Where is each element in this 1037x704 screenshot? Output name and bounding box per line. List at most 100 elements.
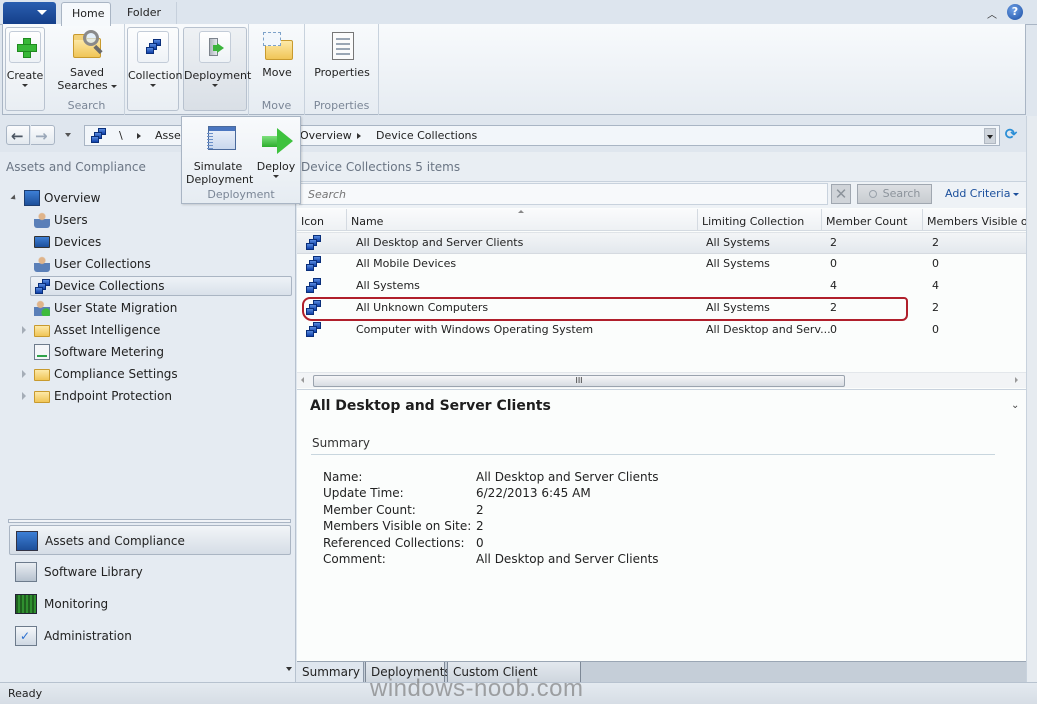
workspace-splitter[interactable] — [8, 519, 291, 523]
tab-home[interactable]: Home — [61, 2, 111, 26]
device-collection-icon — [306, 235, 322, 251]
table-row[interactable]: All Unknown Computers All Systems 2 2 — [297, 298, 1026, 320]
deploy-button[interactable]: Deploy — [254, 121, 298, 178]
tree-label: Overview — [44, 191, 101, 205]
search-button-label: Search — [882, 187, 921, 200]
refresh-icon[interactable]: ⟳ — [1003, 126, 1019, 142]
workspace-label: Monitoring — [44, 597, 109, 611]
application-menu-button[interactable] — [3, 2, 56, 24]
workspace-software-library[interactable]: Software Library — [9, 557, 291, 587]
ribbon: Create Saved Searches Search Collection … — [2, 24, 1026, 115]
scroll-left-icon[interactable] — [301, 377, 304, 383]
chevron-down-icon — [37, 10, 47, 15]
workspace-label: Assets and Compliance — [45, 534, 185, 548]
scroll-right-icon[interactable] — [1015, 377, 1018, 383]
properties-button[interactable]: Properties — [309, 27, 375, 79]
tree-item-user-state-migration[interactable]: User State Migration — [34, 298, 284, 318]
device-collection-icon — [306, 322, 322, 338]
column-header-member-count[interactable]: Member Count — [822, 209, 923, 231]
cell-name: Computer with Windows Operating System — [356, 323, 594, 336]
tree-label: Compliance Settings — [54, 367, 178, 381]
expander-closed-icon[interactable] — [22, 392, 26, 400]
breadcrumb-overview[interactable]: Overview — [300, 129, 352, 142]
tree-item-asset-intelligence[interactable]: Asset Intelligence — [22, 320, 284, 340]
workspace-monitoring[interactable]: Monitoring — [9, 589, 291, 619]
plus-icon — [9, 31, 41, 63]
folder-icon — [34, 325, 50, 337]
simulate-label-2: Deployment — [186, 173, 254, 186]
table-row[interactable]: All Systems 4 4 — [297, 276, 1026, 298]
workspace-overflow-icon[interactable] — [286, 667, 292, 671]
forward-button[interactable]: → — [31, 125, 55, 145]
tree-item-user-collections[interactable]: User Collections — [34, 254, 284, 274]
back-button[interactable]: ← — [6, 125, 30, 145]
deployment-flyout-menu: Simulate Deployment Deploy Deployment — [181, 116, 301, 204]
search-button[interactable]: Search — [857, 184, 932, 204]
navigation-bar: ← → \ Asset Overview Device Collections … — [0, 116, 1037, 152]
collection-button[interactable]: Collection — [127, 27, 182, 111]
chevron-up-icon[interactable]: ︿ — [987, 6, 997, 21]
saved-searches-button[interactable]: Saved Searches — [53, 27, 121, 92]
workspace-label: Software Library — [44, 565, 143, 579]
breadcrumb-separator-icon[interactable] — [357, 133, 361, 139]
cell-member-count: 2 — [830, 236, 837, 249]
expander-open-icon[interactable] — [10, 194, 18, 202]
workspace-assets-and-compliance[interactable]: Assets and Compliance — [9, 525, 291, 555]
ribbon-group-label: Move — [261, 99, 292, 112]
collapse-chevron-icon[interactable]: ⌄ — [1011, 400, 1019, 411]
deploy-label: Deploy — [256, 160, 296, 173]
history-dropdown-icon[interactable] — [65, 133, 71, 137]
tab-summary[interactable]: Summary — [297, 662, 364, 683]
table-row[interactable]: Computer with Windows Operating System Al… — [297, 320, 1026, 342]
tree-item-endpoint-protection[interactable]: Endpoint Protection — [22, 386, 284, 406]
workspace-administration[interactable]: Administration — [9, 621, 291, 651]
ribbon-tab-strip: Home Folder ︿ ? — [0, 0, 1037, 26]
tab-folder[interactable]: Folder — [117, 2, 177, 26]
device-collection-icon — [306, 278, 322, 294]
vertical-scrollbar[interactable] — [1026, 116, 1037, 682]
deploy-arrow-icon — [260, 124, 293, 156]
field-label: Name: — [323, 470, 363, 484]
expander-closed-icon[interactable] — [22, 326, 26, 334]
item-count: 5 items — [415, 160, 461, 174]
tree-item-device-collections[interactable]: Device Collections — [30, 276, 292, 296]
create-button[interactable]: Create — [5, 27, 45, 111]
cell-visible: 0 — [932, 323, 939, 336]
tree-item-compliance-settings[interactable]: Compliance Settings — [22, 364, 284, 384]
search-bar: ✕ Search Add Criteria — [297, 182, 1026, 208]
address-dropdown-button[interactable] — [984, 128, 996, 144]
simulate-label-1: Simulate — [193, 160, 243, 173]
tree-item-software-metering[interactable]: Software Metering — [34, 342, 284, 362]
breadcrumb-root[interactable]: \ — [119, 129, 123, 142]
column-header-icon[interactable]: Icon — [297, 209, 347, 231]
column-header-members-visible[interactable]: Members Visible on Site — [923, 209, 1026, 231]
field-value: 0 — [476, 535, 484, 550]
arrow-left-icon: ← — [11, 127, 24, 145]
add-criteria-link[interactable]: Add Criteria — [945, 187, 1020, 200]
horizontal-scrollbar[interactable]: III — [297, 372, 1026, 388]
column-header-limiting-collection[interactable]: Limiting Collection — [698, 209, 822, 231]
breadcrumb-device-collections[interactable]: Device Collections — [376, 129, 477, 142]
help-icon[interactable]: ? — [1007, 4, 1023, 20]
expander-closed-icon[interactable] — [22, 370, 26, 378]
collection-icon — [137, 31, 169, 63]
table-row[interactable]: All Desktop and Server Clients All System… — [297, 232, 1026, 254]
tree-item-devices[interactable]: Devices — [34, 232, 284, 252]
move-button[interactable]: Move — [253, 27, 301, 79]
device-collection-icon — [306, 256, 322, 272]
monitoring-icon — [15, 594, 37, 614]
search-input[interactable] — [299, 183, 828, 205]
cell-visible: 4 — [932, 279, 939, 292]
status-bar: Ready windows-noob.com — [0, 675, 1037, 704]
tree-label: Asset Intelligence — [54, 323, 161, 337]
simulate-deployment-button[interactable]: Simulate Deployment — [186, 121, 254, 186]
tree-item-users[interactable]: Users — [34, 210, 284, 230]
deployment-button[interactable]: Deployment — [183, 27, 251, 111]
field-label: Member Count: — [323, 502, 416, 517]
table-row[interactable]: All Mobile Devices All Systems 0 0 — [297, 254, 1026, 276]
clear-search-button[interactable]: ✕ — [831, 184, 851, 204]
breadcrumb-separator-icon[interactable] — [137, 133, 141, 139]
scrollbar-thumb[interactable]: III — [313, 375, 845, 387]
field-label: Referenced Collections: — [323, 535, 465, 550]
tree-label: Endpoint Protection — [54, 389, 172, 403]
